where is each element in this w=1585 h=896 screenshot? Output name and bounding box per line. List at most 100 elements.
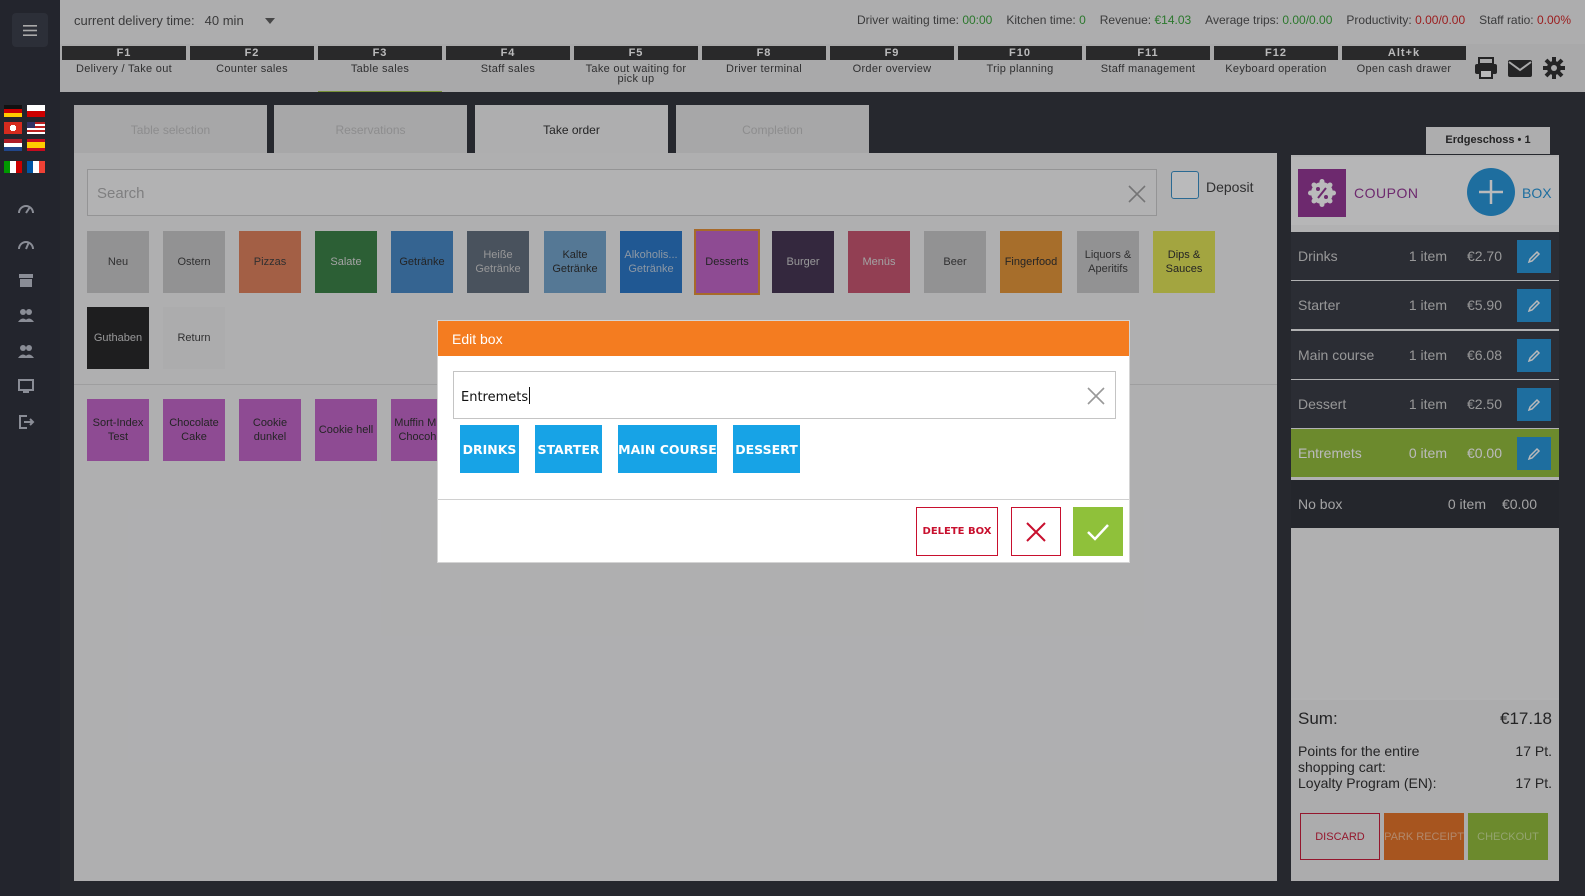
fkey-trip-planning[interactable]: F10 Trip planning bbox=[958, 46, 1082, 92]
category-tile[interactable]: Kalte Getränke bbox=[544, 231, 606, 293]
category-tile[interactable]: Desserts bbox=[694, 229, 760, 295]
coupon-icon[interactable] bbox=[1298, 169, 1346, 217]
category-tile[interactable]: Getränke bbox=[391, 231, 453, 293]
confirm-button[interactable] bbox=[1073, 507, 1123, 556]
cart-box-row[interactable]: Starter 1 item €5.90 bbox=[1291, 281, 1559, 329]
tab-table-selection[interactable]: Table selection bbox=[74, 105, 267, 153]
cart-box-row[interactable]: Dessert 1 item €2.50 bbox=[1291, 380, 1559, 428]
flag-nl-icon[interactable] bbox=[4, 139, 22, 151]
fkey-code: F1 bbox=[62, 46, 186, 60]
search-input[interactable]: Search bbox=[87, 169, 1157, 216]
edit-pencil-icon[interactable] bbox=[1517, 437, 1551, 470]
category-tile[interactable]: Fingerfood bbox=[1000, 231, 1062, 293]
cancel-button[interactable] bbox=[1011, 507, 1061, 556]
category-tile[interactable]: Menüs bbox=[848, 231, 910, 293]
flag-ch-icon[interactable] bbox=[4, 122, 22, 134]
cart-summary: Sum: €17.18 Points for the entire shoppin… bbox=[1291, 700, 1559, 800]
envelope-icon[interactable] bbox=[1507, 56, 1533, 80]
archive-box-icon[interactable] bbox=[17, 271, 35, 289]
fkey-driver-terminal[interactable]: F8 Driver terminal bbox=[702, 46, 826, 92]
category-tile[interactable]: Pizzas bbox=[239, 231, 301, 293]
chip-main-course[interactable]: MAIN COURSE bbox=[618, 425, 717, 473]
chip-drinks[interactable]: DRINKS bbox=[460, 425, 519, 473]
edit-pencil-icon[interactable] bbox=[1517, 388, 1551, 421]
fkey-take-out-waiting[interactable]: F5 Take out waiting for pick up bbox=[574, 46, 698, 92]
chip-starter[interactable]: STARTER bbox=[535, 425, 602, 473]
product-tile[interactable]: Cookie hell bbox=[315, 399, 377, 461]
fkey-delivery[interactable]: F1 Delivery / Take out bbox=[62, 46, 186, 92]
category-tile[interactable]: Neu bbox=[87, 231, 149, 293]
close-icon[interactable] bbox=[1085, 385, 1107, 407]
printer-icon[interactable] bbox=[1473, 56, 1499, 80]
cart-box-row[interactable]: Drinks 1 item €2.70 bbox=[1291, 232, 1559, 280]
box-name: Entremets bbox=[1298, 445, 1362, 461]
product-tile[interactable]: Chocolate Cake bbox=[163, 399, 225, 461]
flag-cz-icon[interactable] bbox=[27, 105, 45, 117]
fkey-staff-management[interactable]: F11 Staff management bbox=[1086, 46, 1210, 92]
floor-tab[interactable]: Erdgeschoss • 1 bbox=[1426, 127, 1550, 154]
monitor-icon[interactable] bbox=[17, 377, 35, 395]
category-tile[interactable]: Alkoholis... Getränke bbox=[620, 231, 682, 293]
hamburger-menu-icon[interactable] bbox=[12, 13, 48, 47]
category-tile[interactable]: Dips & Sauces bbox=[1153, 231, 1215, 293]
delete-box-button[interactable]: DELETE BOX bbox=[916, 507, 998, 556]
fkey-staff-sales[interactable]: F4 Staff sales bbox=[446, 46, 570, 92]
staff-icon[interactable] bbox=[17, 342, 35, 360]
logout-icon[interactable] bbox=[17, 413, 35, 431]
box-label[interactable]: BOX bbox=[1522, 185, 1552, 201]
customers-icon[interactable] bbox=[17, 306, 35, 324]
points-label: Points for the entire shopping cart: bbox=[1298, 743, 1420, 775]
coupon-label[interactable]: COUPON bbox=[1354, 185, 1418, 201]
fkey-label: Counter sales bbox=[216, 63, 288, 75]
stat-driver-waiting: Driver waiting time: 00:00 bbox=[857, 13, 992, 27]
discard-button[interactable]: DISCARD bbox=[1300, 813, 1380, 860]
cart-no-box-row[interactable]: No box 0 item €0.00 bbox=[1291, 480, 1559, 528]
close-icon[interactable] bbox=[1126, 183, 1148, 205]
tab-take-order[interactable]: Take order bbox=[475, 105, 668, 153]
stat-staff-ratio: Staff ratio: 0.00% bbox=[1479, 13, 1571, 27]
tab-reservations[interactable]: Reservations bbox=[274, 105, 467, 153]
park-receipt-button[interactable]: PARK RECEIPT bbox=[1384, 813, 1464, 860]
cart-box-row[interactable]: Entremets 0 item €0.00 bbox=[1291, 429, 1559, 477]
category-tile[interactable]: Burger bbox=[772, 231, 834, 293]
cart-box-row[interactable]: Main course 1 item €6.08 bbox=[1291, 331, 1559, 379]
category-tile[interactable]: Guthaben bbox=[87, 307, 149, 369]
category-tile[interactable]: Liquors & Aperitifs bbox=[1077, 231, 1139, 293]
gear-icon[interactable] bbox=[1541, 56, 1567, 80]
delivery-time-select[interactable]: 40 min bbox=[205, 13, 275, 28]
flag-us-icon[interactable] bbox=[27, 122, 45, 134]
category-tile[interactable]: Heiße Getränke bbox=[467, 231, 529, 293]
search-placeholder: Search bbox=[97, 185, 145, 202]
fkey-table-sales[interactable]: F3 Table sales bbox=[318, 46, 442, 94]
edit-pencil-icon[interactable] bbox=[1517, 240, 1551, 273]
category-tile[interactable]: Ostern bbox=[163, 231, 225, 293]
product-tile[interactable]: Cookie dunkel bbox=[239, 399, 301, 461]
fkey-label: Trip planning bbox=[986, 63, 1054, 75]
fkey-order-overview[interactable]: F9 Order overview bbox=[830, 46, 954, 92]
edit-pencil-icon[interactable] bbox=[1517, 339, 1551, 372]
box-name: Main course bbox=[1298, 347, 1375, 363]
statistics-gauge-icon[interactable] bbox=[17, 236, 35, 254]
flag-it-icon[interactable] bbox=[4, 161, 22, 173]
fkey-open-cash-drawer[interactable]: Alt+k Open cash drawer bbox=[1342, 46, 1466, 92]
category-tile[interactable]: Beer bbox=[924, 231, 986, 293]
flag-de-icon[interactable] bbox=[4, 105, 22, 117]
deposit-checkbox[interactable] bbox=[1171, 171, 1199, 199]
category-tile[interactable]: Return bbox=[163, 307, 225, 369]
fkey-counter-sales[interactable]: F2 Counter sales bbox=[190, 46, 314, 92]
chip-dessert[interactable]: DESSERT bbox=[733, 425, 800, 473]
product-tile[interactable]: Sort-Index Test bbox=[87, 399, 149, 461]
dashboard-gauge-icon[interactable] bbox=[17, 200, 35, 218]
category-tile[interactable]: Salate bbox=[315, 231, 377, 293]
box-price: €0.00 bbox=[1466, 445, 1502, 461]
checkout-button[interactable]: CHECKOUT bbox=[1468, 813, 1548, 860]
box-name-input[interactable]: Entremets bbox=[453, 371, 1116, 419]
fkey-keyboard-operation[interactable]: F12 Keyboard operation bbox=[1214, 46, 1338, 92]
tab-completion[interactable]: Completion bbox=[676, 105, 869, 153]
fkey-code: F2 bbox=[190, 46, 314, 60]
flag-es-icon[interactable] bbox=[27, 139, 45, 151]
add-box-icon[interactable] bbox=[1467, 168, 1515, 216]
edit-pencil-icon[interactable] bbox=[1517, 289, 1551, 322]
loyalty-line: Loyalty Program (EN): 17 Pt. bbox=[1298, 775, 1552, 791]
flag-fr-icon[interactable] bbox=[27, 161, 45, 173]
